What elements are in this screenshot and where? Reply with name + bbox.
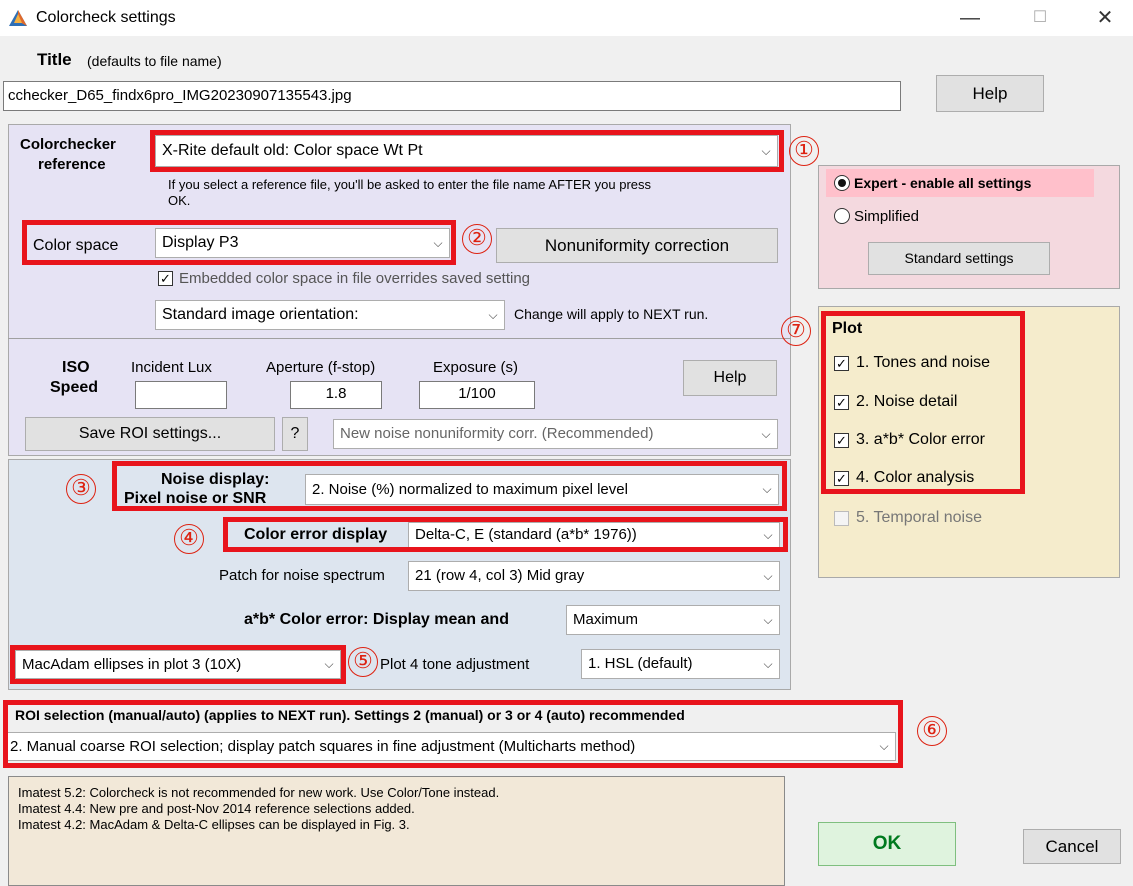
expert-radio[interactable] (834, 175, 850, 191)
patch-label: Patch for noise spectrum (219, 567, 385, 584)
ab-label: a*b* Color error: Display mean and (244, 611, 509, 628)
tone-select[interactable]: 1. HSL (default) ⌵ (581, 649, 780, 679)
embedded-label: Embedded color space in file overrides s… (179, 270, 531, 287)
close-button[interactable]: ✕ (1077, 0, 1133, 36)
chevron-down-icon: ⌵ (488, 308, 498, 322)
chevron-down-icon: ⌵ (761, 427, 771, 441)
reference-label-1: Colorchecker (20, 136, 116, 153)
simplified-label: Simplified (854, 208, 920, 225)
aperture-label: Aperture (f-stop) (266, 359, 376, 376)
reference-panel (8, 124, 791, 456)
reference-note-2: OK. (168, 193, 191, 208)
ok-button[interactable]: OK (818, 822, 956, 866)
plot-5-label: 5. Temporal noise (856, 509, 982, 526)
ab-value: Maximum (573, 611, 639, 628)
expert-label: Expert - enable all settings (854, 175, 1032, 191)
exposure-label: Exposure (s) (433, 359, 519, 376)
annotation-4: ④ (174, 524, 204, 554)
save-roi-button[interactable]: Save ROI settings... (25, 417, 275, 451)
title-hint: (defaults to file name) (87, 53, 222, 69)
annotation-2: ② (462, 224, 492, 254)
incident-lux-input[interactable] (135, 381, 227, 409)
exposure-input[interactable]: 1/100 (419, 381, 535, 409)
panel-divider (8, 338, 791, 339)
orientation-select[interactable]: Standard image orientation: ⌵ (155, 300, 505, 330)
tone-label: Plot 4 tone adjustment (380, 656, 530, 673)
cancel-button[interactable]: Cancel (1023, 829, 1121, 864)
aperture-input[interactable]: 1.8 (290, 381, 382, 409)
annotation-3: ③ (66, 474, 96, 504)
note-line-1: Imatest 5.2: Colorcheck is not recommend… (18, 785, 500, 800)
patch-select[interactable]: 21 (row 4, col 3) Mid gray ⌵ (408, 561, 780, 591)
annotation-5: ⑤ (348, 647, 378, 677)
annotation-7: ⑦ (781, 316, 811, 346)
matlab-icon (9, 10, 27, 26)
title-label: Title (37, 50, 72, 69)
minimize-button[interactable]: — (942, 0, 998, 36)
iso-label-2: Speed (50, 379, 99, 396)
annotation-1: ① (789, 136, 819, 166)
note-line-3: Imatest 4.2: MacAdam & Delta-C ellipses … (18, 817, 410, 832)
orientation-note: Change will apply to NEXT run. (514, 306, 709, 322)
nonuniformity-select[interactable]: New noise nonuniformity corr. (Recommend… (333, 419, 778, 449)
highlight-box-1 (150, 130, 784, 172)
highlight-box-2 (22, 220, 456, 265)
tone-value: 1. HSL (default) (588, 655, 693, 672)
annotation-6: ⑥ (917, 716, 947, 746)
highlight-box-5 (10, 645, 346, 684)
plot-5-checkbox[interactable] (834, 511, 849, 526)
reference-note-1: If you select a reference file, you'll b… (168, 177, 652, 192)
standard-settings-button[interactable]: Standard settings (868, 242, 1050, 275)
window-title: Colorcheck settings (36, 9, 176, 26)
orientation-value: Standard image orientation: (162, 306, 359, 323)
title-help-button[interactable]: Help (936, 75, 1044, 112)
nonuniformity-button[interactable]: Nonuniformity correction (496, 228, 778, 263)
reference-label-2: reference (38, 156, 106, 173)
ab-select[interactable]: Maximum ⌵ (566, 605, 780, 635)
nonuniformity-value: New noise nonuniformity corr. (Recommend… (340, 425, 654, 442)
maximize-button[interactable]: ☐ (1012, 0, 1068, 36)
simplified-radio[interactable] (834, 208, 850, 224)
highlight-box-6 (3, 700, 903, 768)
question-button[interactable]: ? (282, 417, 308, 451)
embedded-checkbox[interactable]: ✓ (158, 271, 173, 286)
highlight-box-3 (112, 461, 787, 511)
chevron-down-icon: ⌵ (763, 657, 773, 671)
incident-lux-label: Incident Lux (131, 359, 212, 376)
chevron-down-icon: ⌵ (763, 569, 773, 583)
chevron-down-icon: ⌵ (763, 613, 773, 627)
exposure-help-button[interactable]: Help (683, 360, 777, 396)
iso-label-1: ISO (62, 359, 90, 376)
note-line-2: Imatest 4.4: New pre and post-Nov 2014 r… (18, 801, 415, 816)
highlight-box-4 (223, 517, 788, 552)
title-input[interactable]: cchecker_D65_findx6pro_IMG20230907135543… (3, 81, 901, 111)
highlight-box-7 (821, 311, 1025, 494)
patch-value: 21 (row 4, col 3) Mid gray (415, 567, 585, 584)
